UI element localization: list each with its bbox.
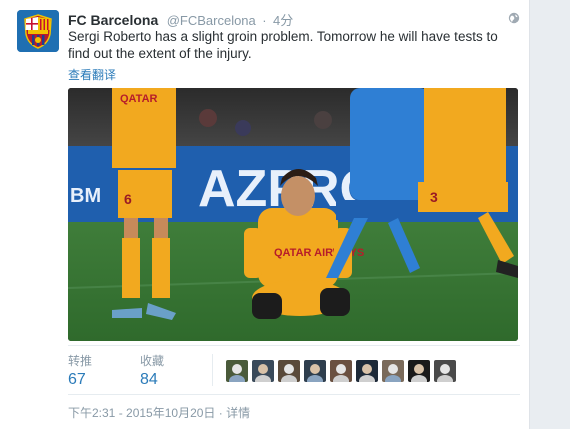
retweets-stat[interactable]: 转推 67 bbox=[68, 352, 92, 389]
liker-avatar[interactable] bbox=[382, 360, 404, 382]
tweet-photo[interactable]: AZPROM BM QATAR 6 QATAR AIRWAYS bbox=[68, 88, 518, 341]
shorts-number-6: 6 bbox=[124, 191, 132, 207]
liker-avatar[interactable] bbox=[408, 360, 430, 382]
tweet-stats: 转推 67 收藏 84 bbox=[68, 345, 520, 395]
retweets-label: 转推 bbox=[68, 354, 93, 368]
avatar-photo-icon bbox=[411, 364, 427, 382]
avatar-photo-icon bbox=[333, 364, 349, 382]
translate-link[interactable]: 查看翻译 bbox=[68, 66, 116, 83]
avatar-photo-icon bbox=[437, 364, 453, 382]
likes-count[interactable]: 84 bbox=[140, 371, 164, 389]
shorts-number-3: 3 bbox=[430, 189, 438, 205]
liker-avatar[interactable] bbox=[278, 360, 300, 382]
tweet-timestamp: 下午2:31 - 2015年10月20日 · 详情 bbox=[68, 404, 250, 421]
liker-avatar[interactable] bbox=[330, 360, 352, 382]
likes-stat[interactable]: 收藏 84 bbox=[140, 352, 164, 389]
liker-avatar[interactable] bbox=[304, 360, 326, 382]
stats-divider bbox=[212, 354, 213, 386]
match-photo: AZPROM BM QATAR 6 QATAR AIRWAYS bbox=[68, 88, 518, 341]
header-separator: · bbox=[262, 13, 267, 28]
timestamp-text[interactable]: 下午2:31 - 2015年10月20日 bbox=[68, 406, 215, 420]
jersey-sponsor: QATAR bbox=[120, 93, 158, 105]
tweet-header: FC Barcelona @FCBarcelona · 4分 bbox=[68, 10, 293, 30]
liker-avatar[interactable] bbox=[252, 360, 274, 382]
avatar[interactable] bbox=[17, 10, 59, 52]
footer-separator: · bbox=[218, 406, 223, 420]
banner-side-text: BM bbox=[70, 185, 101, 207]
liker-avatar[interactable] bbox=[226, 360, 248, 382]
avatar-photo-icon bbox=[229, 364, 245, 382]
liker-avatars bbox=[226, 360, 456, 382]
avatar-photo-icon bbox=[359, 364, 375, 382]
liker-avatar[interactable] bbox=[434, 360, 456, 382]
avatar-photo-icon bbox=[385, 364, 401, 382]
tweet-card: FC Barcelona @FCBarcelona · 4分 Sergi Rob… bbox=[0, 0, 530, 429]
tweet-time[interactable]: 4分 bbox=[273, 13, 293, 28]
liker-avatar[interactable] bbox=[356, 360, 378, 382]
avatar-photo-icon bbox=[307, 364, 323, 382]
avatar-photo-icon bbox=[281, 364, 297, 382]
fcb-crest-icon bbox=[17, 10, 59, 52]
retweets-count[interactable]: 67 bbox=[68, 371, 92, 389]
details-link[interactable]: 详情 bbox=[226, 406, 250, 420]
display-name[interactable]: FC Barcelona bbox=[68, 12, 158, 28]
likes-label: 收藏 bbox=[140, 354, 165, 368]
avatar-photo-icon bbox=[255, 364, 271, 382]
tweet-text: Sergi Roberto has a slight groin problem… bbox=[68, 29, 498, 61]
user-handle[interactable]: @FCBarcelona bbox=[167, 13, 256, 28]
globe-icon[interactable] bbox=[508, 12, 520, 24]
